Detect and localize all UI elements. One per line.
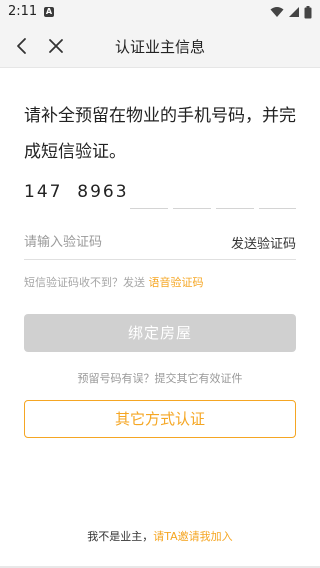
phone-digit-slot[interactable] bbox=[216, 208, 254, 209]
sms-hint: 短信验证码收不到？发送 语音验证码 bbox=[24, 274, 204, 290]
other-verification-button[interactable]: 其它方式认证 bbox=[24, 400, 296, 438]
instruction-headline: 请补全预留在物业的手机号码，并完成短信验证。 bbox=[24, 106, 296, 162]
notification-icon: A bbox=[44, 7, 54, 17]
voice-code-link[interactable]: 语音验证码 bbox=[149, 276, 204, 289]
send-code-button[interactable]: 发送验证码 bbox=[231, 233, 296, 252]
page-title: 认证业主信息 bbox=[114, 38, 205, 56]
sms-hint-text: 短信验证码收不到？发送 bbox=[24, 276, 149, 289]
phone-digit-slot[interactable] bbox=[130, 208, 168, 209]
signal-icon bbox=[289, 7, 299, 17]
submit-documents-link[interactable]: 预留号码有误？提交其它有效证件 bbox=[0, 370, 320, 386]
wifi-icon bbox=[270, 7, 284, 17]
phone-digit-slot[interactable] bbox=[259, 208, 296, 209]
battery-icon bbox=[304, 5, 312, 18]
verification-code-row: 发送验证码 bbox=[24, 226, 296, 260]
phone-digit-slot[interactable] bbox=[173, 208, 211, 209]
verification-code-input[interactable] bbox=[24, 230, 204, 254]
invite-link[interactable]: 请TA邀请我加入 bbox=[153, 530, 232, 543]
status-bar: 2:11 A bbox=[0, 0, 320, 24]
status-time: 2:11 bbox=[8, 4, 38, 19]
phone-number-field[interactable]: 147 8963 bbox=[24, 178, 296, 212]
nav-bar: 认证业主信息 bbox=[0, 24, 320, 68]
phone-prefix-value: 147 8963 bbox=[24, 182, 129, 202]
footer-text: 我不是业主， bbox=[87, 530, 154, 543]
status-icons bbox=[270, 5, 312, 19]
footer-invite: 我不是业主，请TA邀请我加入 bbox=[0, 528, 320, 544]
bind-house-button[interactable]: 绑定房屋 bbox=[24, 314, 296, 352]
